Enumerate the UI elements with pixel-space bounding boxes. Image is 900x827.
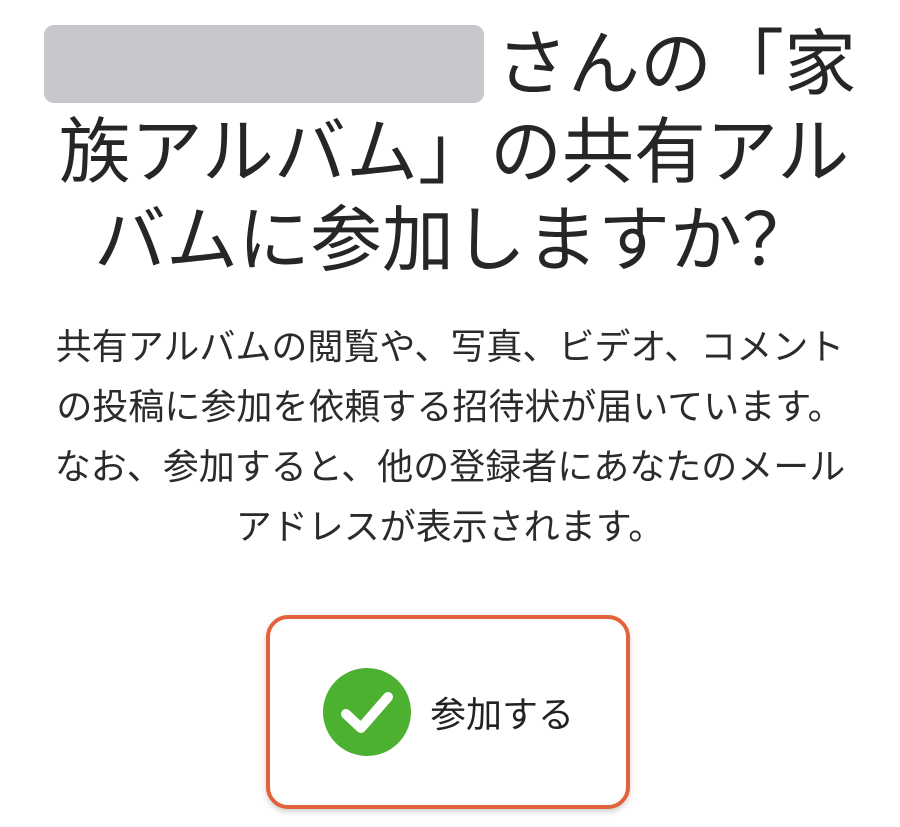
description-line-1: 共有アルバムの閲覧や、写真、ビデオ、コメント bbox=[55, 327, 845, 368]
title-line-3: バムに参加しますか？ bbox=[93, 198, 814, 282]
checkmark-circle-icon bbox=[322, 667, 412, 757]
redacted-user-name bbox=[44, 25, 484, 103]
title-line-1: さんの「家 bbox=[44, 20, 864, 108]
join-button[interactable]: 参加する bbox=[266, 615, 630, 809]
invitation-title: さんの「家 族アルバム」の共有アル バムに参加しますか？ bbox=[44, 20, 864, 284]
description-line-4: アドレスが表示されます。 bbox=[235, 507, 665, 548]
invitation-description: 共有アルバムの閲覧や、写真、ビデオ、コメント の投稿に参加を依頼する招待状が届い… bbox=[30, 318, 870, 558]
description-line-3: なお、参加すると、他の登録者にあなたのメール bbox=[54, 447, 846, 488]
description-line-2: の投稿に参加を依頼する招待状が届いています。 bbox=[56, 387, 844, 428]
title-line-2: 族アルバム」の共有アル bbox=[58, 110, 850, 194]
join-button-label: 参加する bbox=[429, 695, 574, 736]
title-line-1-text: さんの「家 bbox=[496, 22, 857, 106]
